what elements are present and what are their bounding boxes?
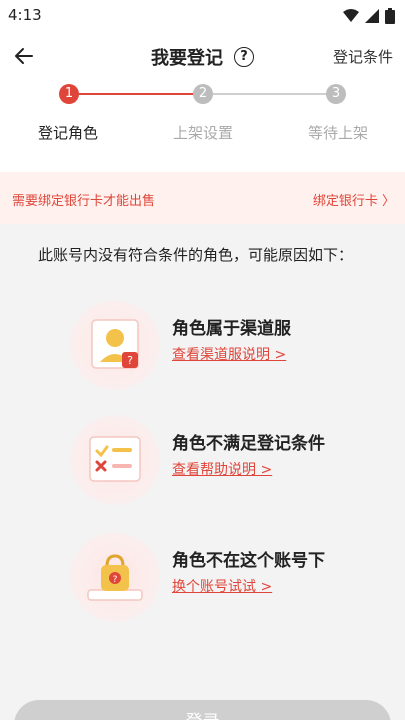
step-1-label: 登记角色 [37,124,98,142]
reason-title: 角色不满足登记条件 [172,434,325,454]
switch-account-link[interactable]: 换个账号试试 > [172,576,272,596]
svg-text:?: ? [113,575,118,585]
conditions-illustration [70,415,160,505]
help-icon[interactable]: ? [234,47,255,67]
login-button[interactable]: 登录 [14,700,391,720]
battery-icon [385,8,395,24]
page-title: 我要登记 [150,48,223,69]
status-icons [343,8,395,24]
notice-text: 需要绑定银行卡才能出售 [12,194,156,209]
user-card-icon: ? [91,319,139,369]
reason-item: 角色不满足登记条件 查看帮助说明 > [70,415,370,505]
intro-text: 此账号内没有符合条件的角色，可能原因如下： [38,246,354,264]
step-2-label: 上架设置 [172,124,233,142]
channel-server-help-link[interactable]: 查看渠道服说明 > [172,344,286,364]
status-bar: 4:13 [0,0,405,32]
reason-item: ? 角色属于渠道服 查看渠道服说明 > [70,300,370,390]
header: 我要登记 ? 登记条件 [0,32,405,80]
stepper: 1 2 3 登记角色 上架设置 等待上架 [0,80,405,172]
reason-title: 角色不在这个账号下 [172,551,325,571]
step-1-dot: 1 [59,84,79,104]
step-3-dot: 3 [326,84,346,104]
checklist-icon [89,436,141,482]
lock-bag-icon: ? [87,554,143,601]
reason-item: ? 角色不在这个账号下 换个账号试试 > [70,532,370,622]
bind-card-notice: 需要绑定银行卡才能出售 绑定银行卡 〉 [0,172,405,224]
reason-title: 角色属于渠道服 [172,319,291,339]
step-2-dot: 2 [193,84,213,104]
channel-server-illustration: ? [70,300,160,390]
step-line-active [79,93,195,95]
help-link[interactable]: 查看帮助说明 > [172,459,272,479]
step-line-inactive [213,93,328,95]
signal-icon [365,9,379,23]
step-3-label: 等待上架 [307,124,368,142]
bind-card-link[interactable]: 绑定银行卡 〉 [313,190,395,209]
registration-conditions-link[interactable]: 登记条件 [333,46,393,67]
wifi-icon [343,9,359,22]
svg-text:?: ? [127,354,133,367]
account-illustration: ? [70,532,160,622]
status-time: 4:13 [8,6,42,24]
